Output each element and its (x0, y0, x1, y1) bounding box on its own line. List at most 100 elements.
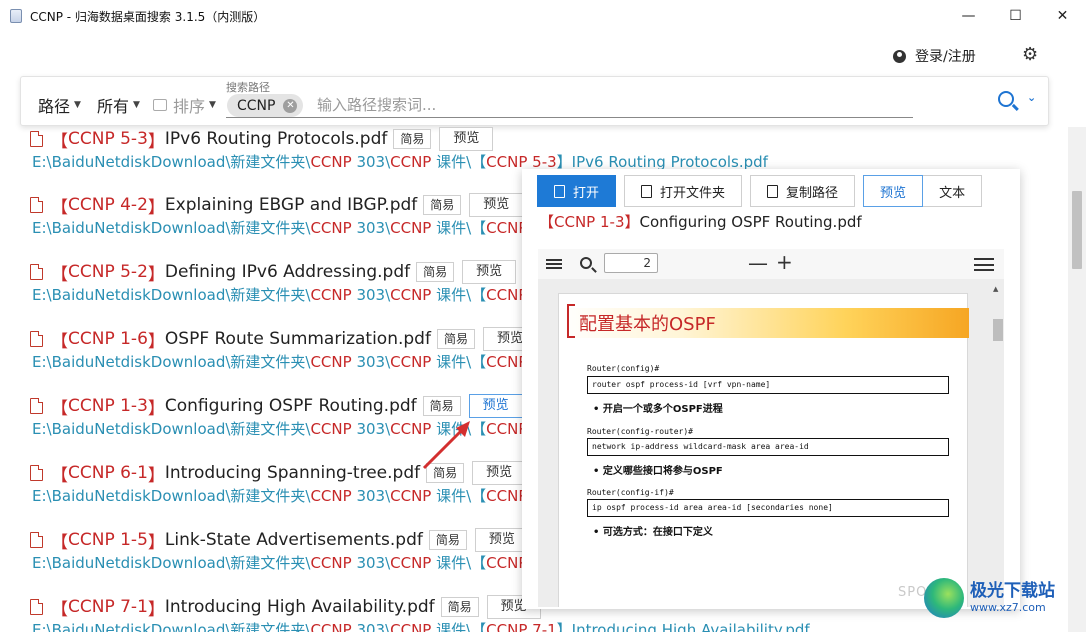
copy-path-button[interactable]: 复制路径 (750, 175, 856, 207)
path-highlight: CCNP (310, 219, 352, 237)
result-code: CCNP 5-2 (68, 262, 148, 282)
scroll-up-icon[interactable]: ▲ (993, 285, 998, 293)
slide-note: • 可选方式：在接口下定义 (593, 527, 713, 538)
bracket-close: 】 (624, 213, 640, 231)
find-icon[interactable] (580, 257, 592, 269)
login-link[interactable]: 登录/注册 (893, 46, 976, 66)
window-controls: — ☐ ✕ (945, 0, 1086, 32)
result-filename: Introducing Spanning-tree.pdf (164, 463, 421, 483)
path-dropdown[interactable]: 路径 ▼ (38, 93, 81, 117)
path-highlight: CCNP (390, 420, 432, 438)
result-path[interactable]: E:\BaiduNetdiskDownload\新建文件夹\CCNP 303\C… (32, 619, 1030, 632)
preview-button[interactable]: 预览 (469, 193, 524, 217)
maximize-button[interactable]: ☐ (992, 0, 1039, 32)
path-text: E:\BaiduNetdiskDownload\新建文件夹\ (32, 420, 311, 438)
simple-tag[interactable]: 简易 (428, 530, 467, 550)
chip-remove-icon[interactable]: ✕ (283, 98, 298, 113)
preview-button[interactable]: 预览 (439, 127, 494, 151)
result-code: CCNP 7-1 (68, 597, 148, 617)
tab-preview[interactable]: 预览 (863, 175, 924, 207)
simple-tag[interactable]: 简易 (436, 329, 475, 349)
path-text: 303\ (351, 353, 391, 371)
slide-command: network ip-address wildcard-mask area ar… (587, 438, 949, 456)
gear-icon[interactable]: ⚙ (1022, 44, 1038, 65)
path-highlight: CCNP (310, 353, 352, 371)
path-text: 课件\【 (431, 420, 487, 438)
list-item[interactable]: 【CCNP 5-3】 IPv6 Routing Protocols.pdf 简易 … (30, 127, 1030, 173)
scope-dropdown[interactable]: 所有 ▼ (97, 93, 140, 117)
preview-button[interactable]: 预览 (474, 528, 529, 552)
scrollbar-thumb[interactable] (1072, 191, 1082, 269)
bracket-open: 【 (51, 131, 68, 152)
bracket-close: 】 (147, 398, 165, 419)
simple-tag[interactable]: 简易 (440, 597, 479, 617)
path-text: 303\ (351, 621, 391, 632)
pdf-viewer: 2 — + 配置基本的OSPF Router(config)# router o… (538, 249, 1004, 607)
search-input[interactable] (317, 94, 907, 116)
search-bar: 路径 ▼ 所有 ▼ 排序 ▼ 搜索路径 CCNP ✕ ⌄ (20, 76, 1049, 126)
result-filename: Link-State Advertisements.pdf (164, 530, 423, 550)
menu-icon[interactable] (974, 258, 994, 271)
path-highlight: CCNP (310, 286, 352, 304)
simple-tag[interactable]: 简易 (423, 195, 462, 215)
slide-note: • 开启一个或多个OSPF进程 (593, 404, 723, 415)
search-chip[interactable]: CCNP ✕ (227, 94, 304, 117)
search-icon[interactable] (998, 91, 1014, 107)
minimize-button[interactable]: — (945, 0, 992, 32)
simple-tag[interactable]: 简易 (426, 463, 465, 483)
bracket-close: 】 (147, 131, 165, 152)
pdf-icon (30, 465, 43, 481)
result-code: CCNP 6-1 (68, 463, 148, 483)
preview-toolbar: 打开 打开文件夹 复制路径 预览 文本 (537, 175, 983, 207)
sidebar-toggle-icon[interactable] (546, 259, 562, 269)
pdf-icon (30, 264, 43, 280)
chevron-down-icon[interactable]: ⌄ (1027, 91, 1036, 104)
results-scrollbar[interactable] (1068, 127, 1086, 632)
file-icon (767, 184, 779, 198)
title-bar: CCNP - 归海数据桌面搜索 3.1.5（内测版） — ☐ ✕ (0, 0, 1086, 32)
preview-button[interactable]: 预览 (462, 260, 517, 284)
tab-text[interactable]: 文本 (923, 175, 983, 207)
slide-bracket (567, 304, 575, 338)
pdf-icon (30, 131, 43, 147)
open-folder-button[interactable]: 打开文件夹 (624, 175, 743, 207)
search-chip-label: CCNP (237, 97, 276, 114)
page-number-input[interactable]: 2 (604, 253, 658, 273)
open-button[interactable]: 打开 (537, 175, 617, 207)
result-filename: Introducing High Availability.pdf (164, 597, 435, 617)
slide-prompt: Router(config-router)# (587, 427, 693, 436)
simple-tag[interactable]: 简易 (422, 396, 461, 416)
path-highlight: CCNP (390, 554, 432, 572)
zoom-in-icon[interactable]: + (776, 250, 793, 274)
slide-prompt: Router(config)# (587, 364, 660, 373)
path-text: E:\BaiduNetdiskDownload\新建文件夹\ (32, 219, 311, 237)
close-button[interactable]: ✕ (1039, 0, 1086, 32)
bracket-open: 【 (51, 331, 68, 352)
preview-button[interactable]: 预览 (472, 461, 527, 485)
path-text: 303\ (351, 219, 391, 237)
simple-tag[interactable]: 简易 (416, 262, 455, 282)
path-dropdown-label: 路径 (38, 97, 71, 116)
path-highlight: CCNP (390, 286, 432, 304)
preview-button-active[interactable]: 预览 (468, 394, 523, 418)
watermark-text: 极光下载站 www.xz7.com (970, 581, 1055, 615)
open-button-label: 打开 (573, 185, 600, 201)
path-text: E:\BaiduNetdiskDownload\新建文件夹\ (32, 621, 311, 632)
file-icon (641, 184, 653, 198)
simple-tag[interactable]: 简易 (393, 129, 432, 149)
path-highlight: CCNP (390, 219, 432, 237)
watermark-name: 极光下载站 (970, 581, 1055, 601)
pdf-scrollbar[interactable]: ▲ (990, 283, 1004, 607)
pdf-scrollbar-thumb[interactable] (993, 319, 1003, 341)
preview-file-name: Configuring OSPF Routing.pdf (639, 213, 862, 231)
slide-note: • 定义哪些接口将参与OSPF (593, 466, 723, 477)
bracket-close: 】 (147, 465, 165, 486)
pdf-icon (30, 197, 43, 213)
sort-dropdown[interactable]: 排序 ▼ (153, 93, 216, 117)
bracket-close: 】 (147, 532, 165, 553)
zoom-out-icon[interactable]: — (748, 251, 768, 275)
path-highlight: CCNP (310, 487, 352, 505)
result-code: CCNP 5-3 (68, 129, 148, 149)
path-text: 303\ (351, 286, 391, 304)
path-text: E:\BaiduNetdiskDownload\新建文件夹\ (32, 153, 311, 171)
